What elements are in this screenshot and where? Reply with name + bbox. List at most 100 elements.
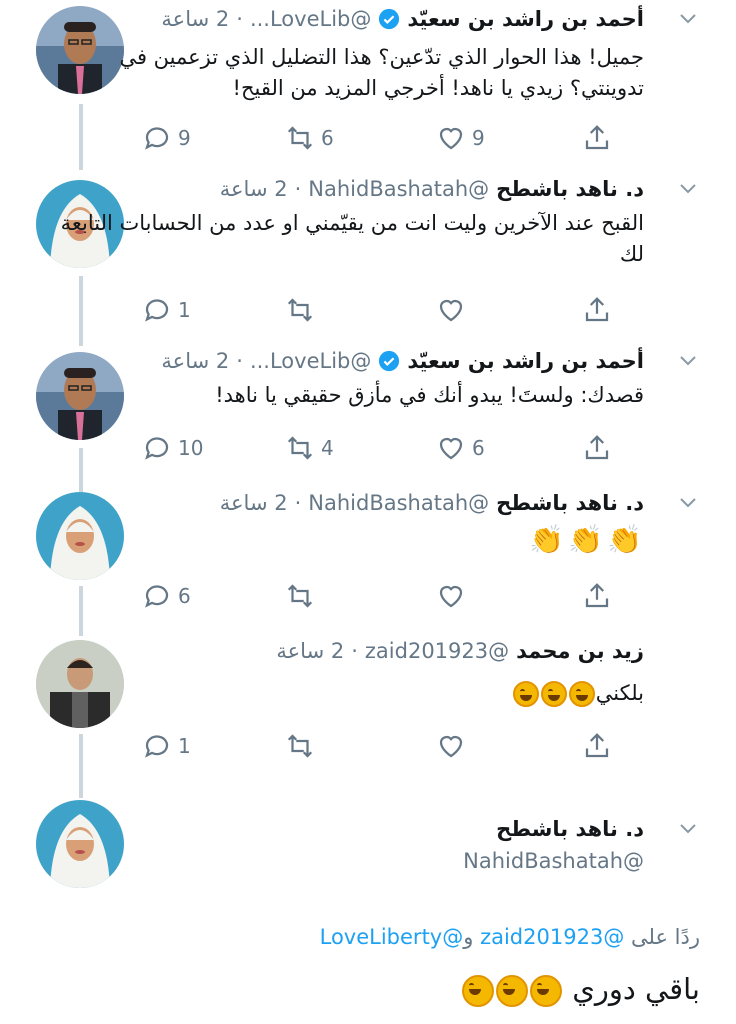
- avatar[interactable]: [36, 800, 124, 888]
- separator-dot: ·: [351, 639, 358, 663]
- reply-icon: [145, 735, 169, 758]
- reply-count: 9: [178, 126, 191, 150]
- tweet[interactable]: د. ناهد باشطح @NahidBashatah · 2 ساعة ال…: [0, 174, 736, 334]
- separator-dot: ·: [294, 491, 302, 515]
- tweet-text-content: بلكني: [595, 681, 644, 705]
- reply-user-link[interactable]: @LoveLiberty: [320, 925, 464, 949]
- display-name[interactable]: د. ناهد باشطح: [496, 817, 644, 841]
- reply-count: 1: [178, 734, 191, 758]
- tweet-actions: 10 4 6: [0, 428, 736, 468]
- reply-icon: [145, 437, 169, 460]
- handle[interactable]: @LoveLib...: [250, 7, 371, 31]
- retweet-button[interactable]: 6: [285, 118, 334, 158]
- tweet-text: قصدك: ولستَ! يبدو أنك في مأزق حقيقي يا ن…: [215, 383, 644, 407]
- like-button[interactable]: 9: [436, 118, 485, 158]
- like-icon: [439, 585, 463, 608]
- chevron-down-icon[interactable]: [676, 176, 700, 200]
- like-button[interactable]: [436, 726, 472, 766]
- clapping-hands-emoji: 👏: [529, 523, 565, 556]
- share-icon: [585, 297, 609, 322]
- retweet-count: 6: [321, 126, 334, 150]
- tears-of-joy-emoji: [496, 975, 528, 1007]
- share-button[interactable]: [582, 726, 612, 766]
- tweet-header: أحمد بن راشد بن سعيّد @LoveLib... · 2 سا…: [161, 346, 644, 376]
- tweet-handle-row: @NahidBashatah: [463, 846, 644, 876]
- tweet-header: د. ناهد باشطح: [496, 814, 644, 844]
- reply-and: و: [463, 925, 474, 949]
- timestamp[interactable]: 2 ساعة: [161, 349, 229, 373]
- tweet-actions: 9 6 9: [0, 118, 736, 158]
- retweet-button[interactable]: [285, 290, 321, 330]
- focused-tweet-text-content: باقي دوري: [572, 972, 700, 1006]
- share-icon: [585, 733, 609, 758]
- like-icon: [439, 299, 463, 322]
- replying-to-label: ردًا على: [631, 925, 700, 949]
- tears-of-joy-emoji: [512, 681, 539, 707]
- share-button[interactable]: [582, 290, 612, 330]
- chevron-down-icon[interactable]: [676, 490, 700, 514]
- tweet[interactable]: زيد بن محمد @zaid201923 · 2 ساعة بلكني 1: [0, 636, 736, 772]
- verified-badge-icon: [378, 8, 400, 30]
- tweet-text: القبح عند الآخرين وليت انت من يقيّمني او…: [60, 211, 644, 266]
- reply-user-link[interactable]: @zaid201923: [480, 925, 624, 949]
- share-button[interactable]: [582, 118, 612, 158]
- reply-button[interactable]: 9: [142, 118, 191, 158]
- timestamp[interactable]: 2 ساعة: [161, 7, 229, 31]
- share-icon: [585, 125, 609, 150]
- like-count: 9: [472, 126, 485, 150]
- handle[interactable]: @zaid201923: [365, 639, 509, 663]
- tweet-header: أحمد بن راشد بن سعيّد @LoveLib... · 2 سا…: [161, 4, 644, 34]
- separator-dot: ·: [236, 349, 243, 373]
- like-button[interactable]: [436, 290, 472, 330]
- handle[interactable]: @NahidBashatah: [308, 491, 489, 515]
- timestamp[interactable]: 2 ساعة: [220, 491, 288, 515]
- share-icon: [585, 435, 609, 460]
- tweet-text: بلكني: [44, 678, 644, 709]
- reply-button[interactable]: 6: [142, 576, 191, 616]
- like-button[interactable]: [436, 576, 472, 616]
- focused-tweet-text: باقي دوري: [461, 972, 700, 1007]
- reply-button[interactable]: 1: [142, 726, 191, 766]
- retweet-icon: [287, 298, 313, 322]
- tears-of-joy-emoji: [530, 975, 562, 1007]
- retweet-button[interactable]: [285, 726, 321, 766]
- handle[interactable]: @LoveLib...: [250, 349, 371, 373]
- display-name[interactable]: د. ناهد باشطح: [496, 177, 644, 201]
- chevron-down-icon[interactable]: [676, 6, 700, 30]
- tears-of-joy-emoji: [568, 681, 595, 707]
- tweet[interactable]: أحمد بن راشد بن سعيّد @LoveLib... · 2 سا…: [0, 4, 736, 154]
- retweet-button[interactable]: 4: [285, 428, 334, 468]
- separator-dot: ·: [294, 177, 302, 201]
- avatar-woman-image: [36, 800, 124, 888]
- display-name[interactable]: أحمد بن راشد بن سعيّد: [407, 349, 644, 373]
- like-icon: [439, 735, 463, 758]
- tweet[interactable]: أحمد بن راشد بن سعيّد @LoveLib... · 2 سا…: [0, 346, 736, 476]
- reply-button[interactable]: 10: [142, 428, 203, 468]
- like-button[interactable]: 6: [436, 428, 485, 468]
- share-icon: [585, 583, 609, 608]
- chevron-down-icon[interactable]: [676, 348, 700, 372]
- reply-button[interactable]: 1: [142, 290, 191, 330]
- timestamp[interactable]: 2 ساعة: [276, 639, 344, 663]
- tweet[interactable]: د. ناهد باشطح @NahidBashatah · 2 ساعة 👏👏…: [0, 488, 736, 622]
- tweet-actions: 1: [0, 726, 736, 766]
- share-button[interactable]: [582, 576, 612, 616]
- chevron-down-icon[interactable]: [676, 816, 700, 840]
- handle[interactable]: @NahidBashatah: [308, 177, 489, 201]
- tweet-text: 👏👏👏: [44, 524, 644, 558]
- tweet-header: د. ناهد باشطح @NahidBashatah · 2 ساعة: [220, 488, 644, 518]
- display-name[interactable]: زيد بن محمد: [516, 639, 644, 663]
- handle[interactable]: @NahidBashatah: [463, 849, 644, 873]
- display-name[interactable]: د. ناهد باشطح: [496, 491, 644, 515]
- tweet-actions: 6: [0, 576, 736, 616]
- verified-badge-icon: [378, 350, 400, 372]
- tweet-header: زيد بن محمد @zaid201923 · 2 ساعة: [276, 636, 644, 666]
- reply-count: 10: [178, 436, 204, 460]
- retweet-count: 4: [321, 436, 334, 460]
- share-button[interactable]: [582, 428, 612, 468]
- retweet-button[interactable]: [285, 576, 321, 616]
- reply-icon: [145, 299, 169, 322]
- clapping-hands-emoji: 👏: [568, 523, 604, 556]
- display-name[interactable]: أحمد بن راشد بن سعيّد: [407, 7, 644, 31]
- timestamp[interactable]: 2 ساعة: [220, 177, 288, 201]
